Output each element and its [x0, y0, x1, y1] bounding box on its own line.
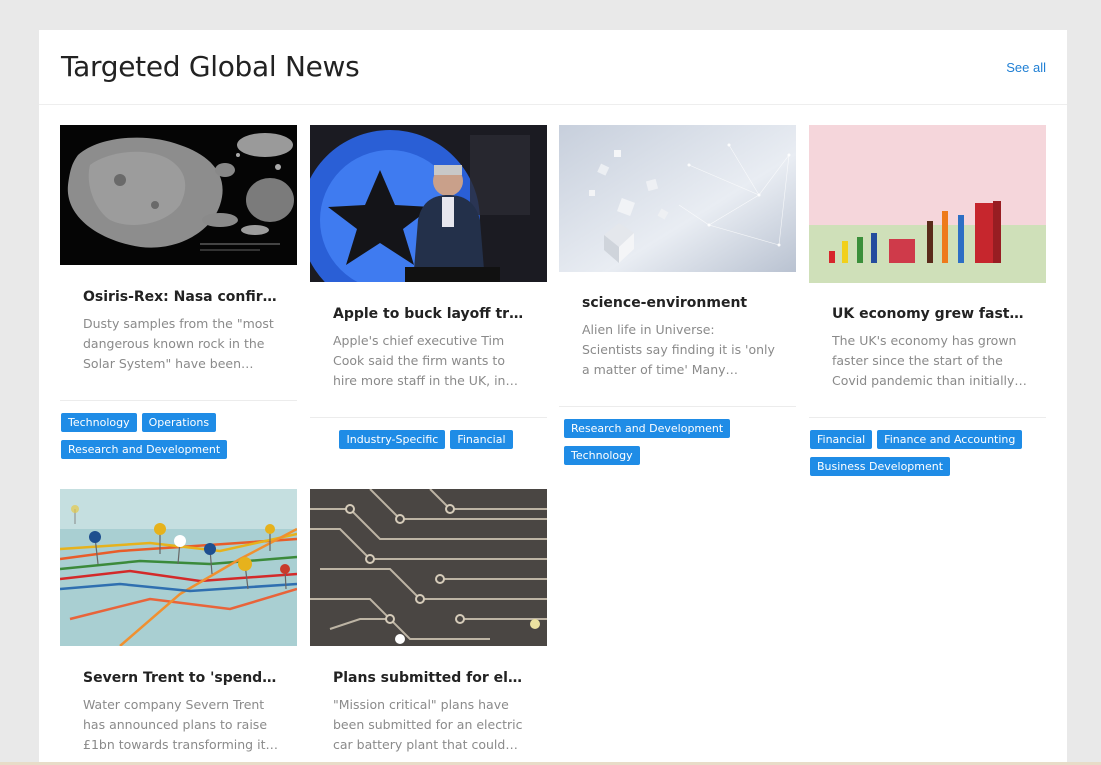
tag-research-development[interactable]: Research and Development [61, 440, 228, 459]
article-image-bar-blocks[interactable] [809, 125, 1046, 283]
tag-list: Industry-Specific Financial [310, 430, 547, 457]
tag-operations[interactable]: Operations [141, 413, 217, 432]
card-divider [559, 406, 796, 407]
tag-business-development[interactable]: Business Development [810, 457, 951, 476]
article-description: Alien life in Universe: Scientists say f… [582, 322, 775, 377]
section-title: Targeted Global News [61, 50, 360, 83]
tag-industry-specific[interactable]: Industry-Specific [339, 430, 446, 449]
article-image-map-pins[interactable] [60, 489, 297, 646]
article-title[interactable]: Osiris-Rex: Nasa confirms r... [83, 289, 278, 305]
tag-financial[interactable]: Financial [810, 430, 873, 449]
news-card[interactable]: Apple to buck layoff trend ... Apple's c… [310, 125, 547, 475]
tag-finance-accounting[interactable]: Finance and Accounting [877, 430, 1023, 449]
article-title[interactable]: Apple to buck layoff trend ... [333, 306, 528, 322]
card-divider [310, 417, 547, 418]
tag-list: Financial Finance and Accounting Business … [810, 430, 1047, 484]
article-image-speaker[interactable] [310, 125, 547, 282]
tag-list: Research and Development Technology [564, 419, 801, 473]
article-description: Apple's chief executive Tim Cook said th… [333, 333, 506, 388]
card-divider [809, 417, 1046, 418]
tag-list: Technology Operations Research and Develop… [61, 413, 298, 467]
article-image-asteroid[interactable] [60, 125, 297, 265]
article-image-cubes[interactable] [559, 125, 796, 272]
article-description: The UK's economy has grown faster since … [832, 333, 1017, 388]
news-card[interactable]: Severn Trent to 'spend billi... Water co… [60, 489, 297, 765]
article-description: Water company Severn Trent has announced… [83, 697, 272, 752]
tag-technology[interactable]: Technology [564, 446, 640, 465]
see-all-link[interactable]: See all [1006, 60, 1046, 75]
tag-technology[interactable]: Technology [61, 413, 137, 432]
tag-research-development[interactable]: Research and Development [564, 419, 731, 438]
section-header: Targeted Global News See all [39, 30, 1067, 105]
article-title[interactable]: science-environment [582, 295, 777, 311]
article-title[interactable]: UK economy grew faster th... [832, 306, 1027, 322]
news-card[interactable]: UK economy grew faster th... The UK's ec… [809, 125, 1046, 485]
article-title[interactable]: Plans submitted for electric... [333, 670, 528, 686]
news-card[interactable]: science-environment Alien life in Univer… [559, 125, 796, 475]
news-panel: Targeted Global News See all Osiris-Rex:… [39, 30, 1067, 765]
card-divider [60, 400, 297, 401]
article-image-circuit-board[interactable] [310, 489, 547, 646]
article-description: "Mission critical" plans have been submi… [333, 697, 523, 752]
tag-financial[interactable]: Financial [450, 430, 513, 449]
article-title[interactable]: Severn Trent to 'spend billi... [83, 670, 278, 686]
news-card[interactable]: Osiris-Rex: Nasa confirms r... Dusty sam… [60, 125, 297, 475]
article-description: Dusty samples from the "most dangerous k… [83, 316, 274, 371]
news-card[interactable]: Plans submitted for electric... "Mission… [310, 489, 547, 765]
